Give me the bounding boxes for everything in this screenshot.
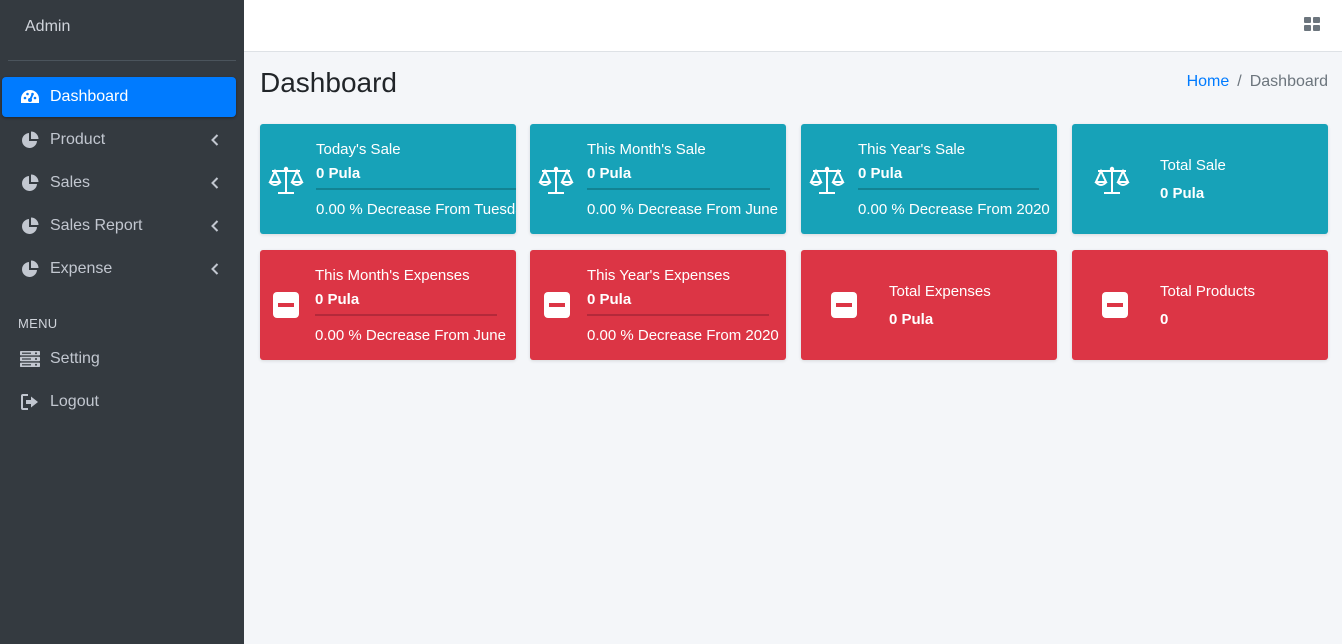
card-total-products: Total Products 0 <box>1072 250 1328 360</box>
sidebar-item-label: Expense <box>50 260 113 277</box>
top-navbar <box>244 0 1342 52</box>
card-title: Total Products <box>1160 283 1256 300</box>
minus-square-icon <box>268 287 304 323</box>
card-title: This Month's Sale <box>587 141 706 158</box>
sidebar-item-label: Sales Report <box>50 217 143 234</box>
card-title: Today's Sale <box>316 141 401 158</box>
card-years-sale: This Year's Sale 0 Pula 0.00 % Decrease … <box>801 124 1057 234</box>
card-value: 0 Pula <box>587 291 632 308</box>
card-value: 0 Pula <box>1160 185 1205 202</box>
card-total-expenses: Total Expenses 0 Pula <box>801 250 1057 360</box>
chevron-left-icon <box>208 218 222 234</box>
sidebar-item-label: Logout <box>50 393 99 410</box>
breadcrumb-home-link[interactable]: Home <box>1187 73 1230 90</box>
brand-text[interactable]: Admin <box>8 0 236 61</box>
sign-out-icon <box>20 392 40 412</box>
card-footer: 0.00 % Decrease From 2020 <box>587 327 779 344</box>
minus-square-icon <box>1097 287 1133 323</box>
breadcrumb-separator: / <box>1237 73 1242 90</box>
pie-chart-icon <box>20 259 40 279</box>
card-months-sale: This Month's Sale 0 Pula 0.00 % Decrease… <box>530 124 786 234</box>
balance-scale-icon <box>809 162 845 198</box>
sidebar-item-logout[interactable]: Logout <box>2 382 236 422</box>
sidebar: Admin Dashboard Product Sales Sales Repo… <box>0 0 244 644</box>
card-years-expenses: This Year's Expenses 0 Pula 0.00 % Decre… <box>530 250 786 360</box>
chevron-left-icon <box>208 261 222 277</box>
breadcrumb: Home / Dashboard <box>1187 73 1328 91</box>
sidebar-item-label: Setting <box>50 350 100 367</box>
card-title: Total Sale <box>1160 157 1226 174</box>
menu-header: MENU <box>18 316 58 331</box>
card-title: Total Expenses <box>889 283 991 300</box>
card-value: 0 Pula <box>316 165 361 182</box>
sidebar-nav: Dashboard Product Sales Sales Report Exp… <box>0 61 244 422</box>
card-footer: 0.00 % Decrease From June <box>587 201 778 218</box>
card-divider <box>587 314 769 316</box>
card-value: 0 Pula <box>315 291 360 308</box>
card-value: 0 Pula <box>587 165 632 182</box>
card-divider <box>858 188 1039 190</box>
minus-square-icon <box>539 287 575 323</box>
card-footer: 0.00 % Decrease From 2020 <box>858 201 1050 218</box>
chevron-left-icon <box>208 175 222 191</box>
balance-scale-icon <box>538 162 574 198</box>
balance-scale-icon <box>268 162 304 198</box>
sidebar-item-setting[interactable]: Setting <box>2 339 236 379</box>
th-large-icon[interactable] <box>1304 17 1320 31</box>
sidebar-item-sales[interactable]: Sales <box>2 163 236 203</box>
tachometer-icon <box>20 87 40 107</box>
minus-square-icon <box>826 287 862 323</box>
card-value: 0 Pula <box>889 311 934 328</box>
sidebar-item-label: Sales <box>50 174 91 191</box>
card-value: 0 Pula <box>858 165 903 182</box>
card-footer: 0.00 % Decrease From June <box>315 327 506 344</box>
sidebar-item-label: Dashboard <box>50 88 129 105</box>
page-title: Dashboard <box>260 67 397 98</box>
sidebar-item-label: Product <box>50 131 106 148</box>
card-divider <box>315 314 497 316</box>
server-icon <box>20 349 40 369</box>
pie-chart-icon <box>20 216 40 236</box>
pie-chart-icon <box>20 130 40 150</box>
breadcrumb-current: Dashboard <box>1249 73 1328 90</box>
sidebar-item-dashboard[interactable]: Dashboard <box>2 77 236 117</box>
chevron-left-icon <box>208 132 222 148</box>
sidebar-item-product[interactable]: Product <box>2 120 236 160</box>
card-months-expenses: This Month's Expenses 0 Pula 0.00 % Decr… <box>260 250 516 360</box>
pie-chart-icon <box>20 173 40 193</box>
card-title: This Month's Expenses <box>315 267 470 284</box>
card-value: 0 <box>1160 311 1169 328</box>
sidebar-item-sales-report[interactable]: Sales Report <box>2 206 236 246</box>
card-todays-sale: Today's Sale 0 Pula 0.00 % Decrease From… <box>260 124 516 234</box>
card-footer: 0.00 % Decrease From Tuesday <box>316 201 516 218</box>
sidebar-item-expense[interactable]: Expense <box>2 249 236 289</box>
card-title: This Year's Sale <box>858 141 966 158</box>
card-title: This Year's Expenses <box>587 267 730 284</box>
balance-scale-icon <box>1094 162 1130 198</box>
card-total-sale: Total Sale 0 Pula <box>1072 124 1328 234</box>
card-divider <box>316 188 516 190</box>
card-divider <box>587 188 770 190</box>
